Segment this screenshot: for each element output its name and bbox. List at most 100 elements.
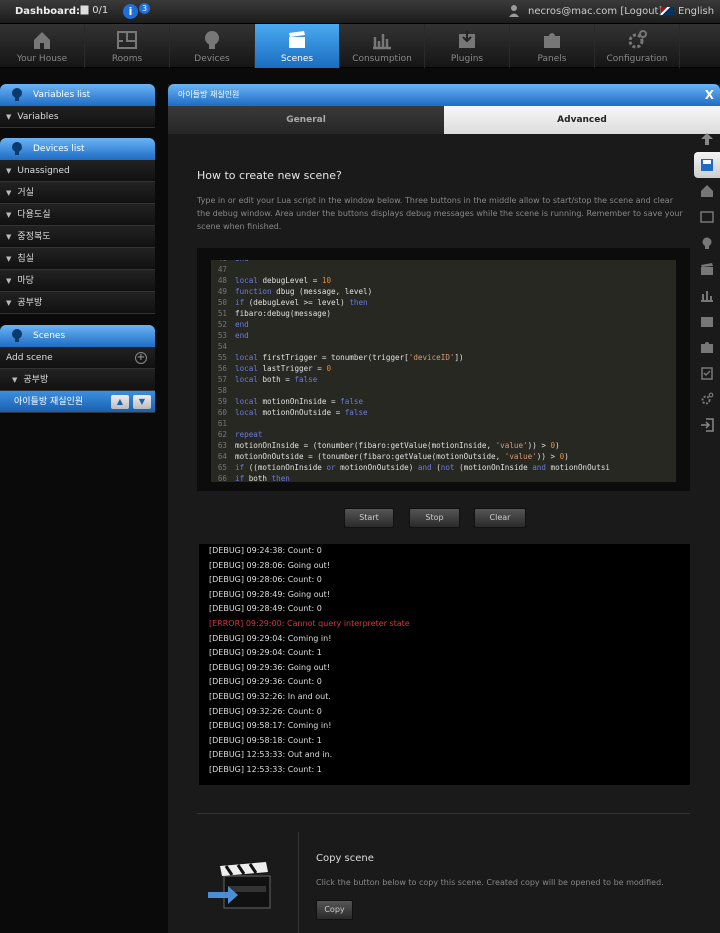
nav-configuration[interactable]: Configuration <box>595 24 680 68</box>
code-token: both = <box>262 375 295 384</box>
logout-link[interactable]: [Logout] <box>620 6 662 17</box>
chevron-down-icon: ▼ <box>6 113 12 121</box>
nav-consumption[interactable]: Consumption <box>340 24 425 68</box>
sidebar-item-label: 공부방 <box>17 298 43 308</box>
sidebar: Variables list ▼ Variables Devices list ▼… <box>0 84 155 413</box>
toolbar-devices[interactable] <box>694 230 720 256</box>
lua-code-editor[interactable]: 46end4748local debugLevel = 1049function… <box>211 260 676 482</box>
sidebar-item-room[interactable]: ▼ 공부방 <box>0 292 155 314</box>
toolbar-rooms[interactable] <box>694 204 720 230</box>
code-token: (debugLevel >= level) <box>248 298 350 307</box>
line-number: 62 <box>217 430 227 439</box>
code-token: fibaro:debug(message) <box>235 309 332 318</box>
devices-panel-header[interactable]: Devices list <box>0 138 155 160</box>
code-line: 51 fibaro:debug(message) <box>211 308 676 319</box>
plus-icon[interactable]: + <box>135 352 147 364</box>
toolbar-clipboard[interactable] <box>694 360 720 386</box>
nav-your-house[interactable]: Your House <box>0 24 85 68</box>
stop-button[interactable]: Stop <box>409 508 460 528</box>
dashboard-pages[interactable]: 0/1 <box>80 5 108 16</box>
toolbar-consumption[interactable] <box>694 282 720 308</box>
puzzle-icon <box>544 33 560 48</box>
language-label: English <box>678 6 715 17</box>
code-token: ) <box>564 452 569 461</box>
nav-panels[interactable]: Panels <box>510 24 595 68</box>
language-selector[interactable]: English <box>661 6 714 17</box>
variables-panel-header[interactable]: Variables list <box>0 84 155 106</box>
chevron-down-icon: ▼ <box>6 167 12 175</box>
line-number: 48 <box>217 276 227 285</box>
move-down-icon[interactable]: ▼ <box>133 395 151 409</box>
tab-advanced[interactable]: Advanced <box>444 106 720 134</box>
code-token: firstTrigger = tonumber(trigger[ <box>262 353 409 362</box>
code-line: 54 <box>211 341 676 352</box>
bulb-icon <box>702 237 712 249</box>
sidebar-item-selected-scene[interactable]: 아이들방 재실인원 ▲ ▼ <box>0 391 155 413</box>
nav-label: Devices <box>194 54 230 64</box>
info-icon[interactable]: i <box>123 4 138 19</box>
save-button[interactable] <box>694 152 720 178</box>
copy-scene-desc: Click the button below to copy this scen… <box>316 878 664 887</box>
plugin-icon <box>701 317 713 327</box>
code-token: motionOnOutside = <box>262 408 345 417</box>
code-token: local <box>235 364 263 373</box>
toolbar-panels[interactable] <box>694 334 720 360</box>
code-line: 49 function dbug (message, level) <box>211 286 676 297</box>
line-number: 61 <box>217 419 227 428</box>
code-token: 0 <box>326 364 332 373</box>
code-token: ) <box>555 441 560 450</box>
nav-rooms[interactable]: Rooms <box>85 24 170 68</box>
code-token: or <box>326 463 341 472</box>
nav-label: Scenes <box>280 54 314 64</box>
line-number: 51 <box>217 309 227 318</box>
sidebar-item-unassigned[interactable]: ▼ Unassigned <box>0 160 155 182</box>
chevron-down-icon: ▼ <box>6 211 12 219</box>
move-up-icon[interactable]: ▲ <box>111 395 129 409</box>
log-line: [DEBUG] 09:29:04: Count: 1 <box>209 648 322 658</box>
sidebar-item-room[interactable]: ▼ 거실 <box>0 182 155 204</box>
exit-button[interactable] <box>694 412 720 438</box>
code-line: 47 <box>211 264 676 275</box>
debug-log[interactable]: [DEBUG] 09:24:38: Count: 0 [DEBUG] 09:28:… <box>199 544 690 785</box>
code-token: local <box>235 375 263 384</box>
code-line: 53 end <box>211 330 676 341</box>
code-token: and <box>532 463 551 472</box>
exit-icon <box>701 418 714 432</box>
code-token: then <box>349 298 368 307</box>
chevron-down-icon: ▼ <box>6 233 12 241</box>
sidebar-item-room[interactable]: ▼ 다용도실 <box>0 204 155 226</box>
sidebar-item-variables[interactable]: ▼ Variables <box>0 106 155 128</box>
start-button[interactable]: Start <box>344 508 394 528</box>
gear-icon <box>701 392 714 405</box>
code-token: motionOnOutsi <box>550 463 610 472</box>
toolbar-house[interactable] <box>694 178 720 204</box>
notification-badge[interactable]: 3 <box>139 3 150 14</box>
line-number: 66 <box>217 474 227 482</box>
sidebar-item-room[interactable]: ▼ 침실 <box>0 248 155 270</box>
nav-plugins[interactable]: Plugins <box>425 24 510 68</box>
code-token: motionOnOutside = (tonumber(fibaro:getVa… <box>235 452 505 461</box>
pages-count: 0/1 <box>92 5 109 16</box>
tab-general[interactable]: General <box>168 106 444 134</box>
scroll-top-button[interactable] <box>694 126 720 152</box>
bulb-icon <box>12 329 22 342</box>
log-line: [DEBUG] 09:32:26: In and out. <box>209 691 331 701</box>
copy-button[interactable]: Copy <box>316 900 353 920</box>
clear-button[interactable]: Clear <box>474 508 526 528</box>
add-scene-button[interactable]: Add scene + <box>0 347 155 369</box>
line-number: 55 <box>217 353 227 362</box>
code-line: 62 repeat <box>211 429 676 440</box>
toolbar-plugins[interactable] <box>694 308 720 334</box>
close-icon[interactable]: X <box>705 84 714 106</box>
scenes-panel-header[interactable]: Scenes <box>0 325 155 347</box>
nav-scenes[interactable]: Scenes <box>255 24 340 68</box>
bulb-icon <box>205 31 219 49</box>
toolbar-configuration[interactable] <box>694 386 720 412</box>
plugin-icon <box>459 31 475 48</box>
nav-devices[interactable]: Devices <box>170 24 255 68</box>
nav-label: Rooms <box>111 54 143 64</box>
sidebar-item-room[interactable]: ▼ 중정복도 <box>0 226 155 248</box>
sidebar-item-scene-room[interactable]: ▼ 공부방 <box>0 369 155 391</box>
sidebar-item-room[interactable]: ▼ 마당 <box>0 270 155 292</box>
toolbar-scenes[interactable] <box>694 256 720 282</box>
